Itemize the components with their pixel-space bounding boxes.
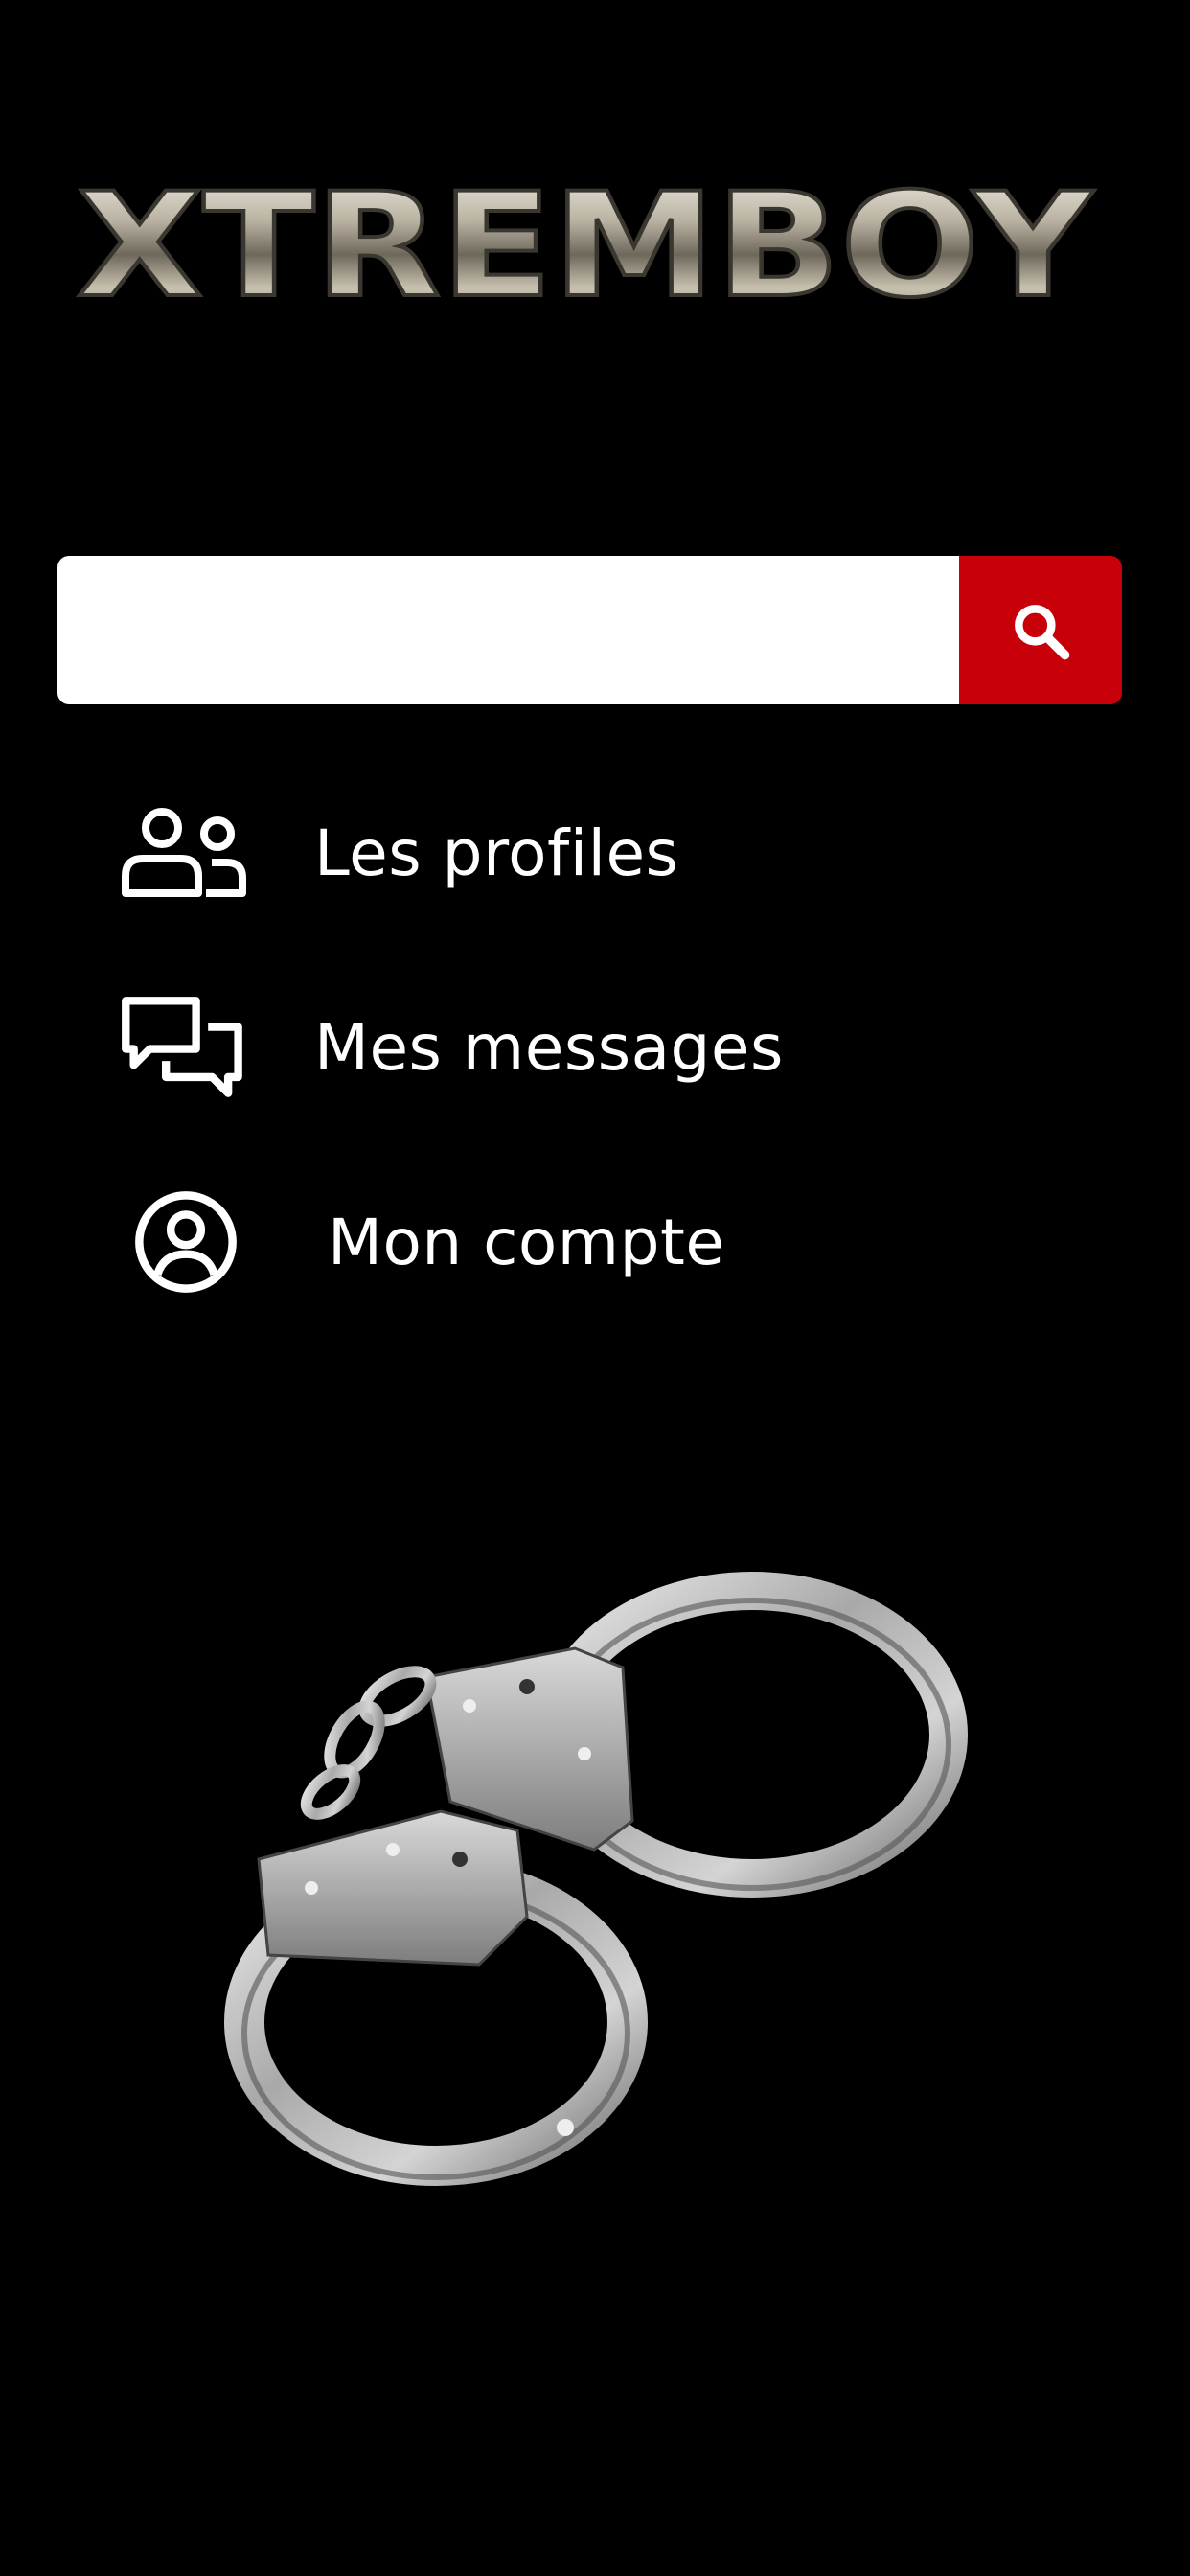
search-button[interactable]	[959, 556, 1122, 704]
menu-item-label: Mon compte	[328, 1205, 725, 1279]
menu-item-profiles[interactable]: Les profiles	[120, 795, 1078, 910]
main-menu: Les profiles Mes messages Mon compte	[120, 795, 1078, 1379]
search-input[interactable]	[57, 556, 959, 704]
menu-item-label: Les profiles	[314, 816, 679, 890]
menu-item-account[interactable]: Mon compte	[120, 1184, 1078, 1300]
app-logo: XTREMBOY	[67, 163, 1102, 316]
user-circle-icon	[120, 1189, 263, 1295]
logo-text: XTREMBOY	[77, 163, 1095, 316]
users-icon	[120, 800, 249, 906]
search-icon	[1008, 598, 1073, 663]
menu-item-messages[interactable]: Mes messages	[120, 990, 1078, 1105]
search-bar	[57, 556, 1122, 704]
handcuffs-image	[220, 1572, 1006, 2223]
menu-item-label: Mes messages	[314, 1010, 784, 1085]
chat-bubbles-icon	[120, 995, 249, 1100]
